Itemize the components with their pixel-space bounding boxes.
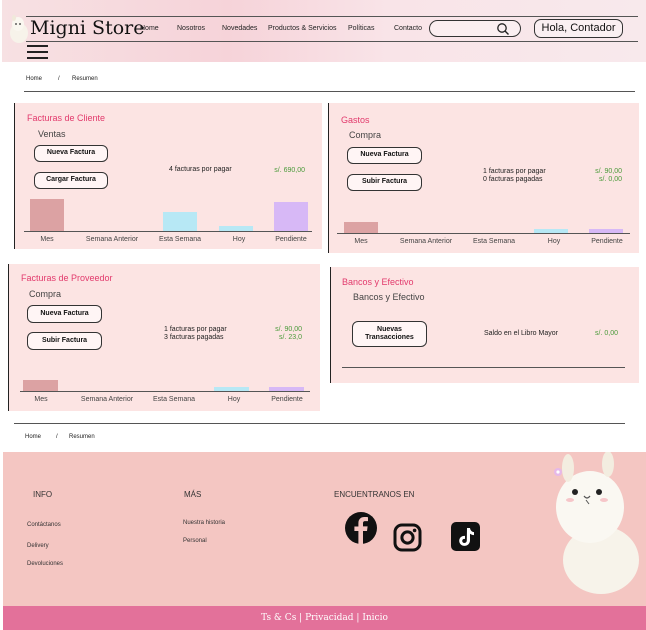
- card-rule: [342, 367, 625, 368]
- breadcrumb-current: Resumen: [72, 76, 98, 82]
- nuevas-transacciones-button[interactable]: Nuevas Transacciones: [352, 321, 427, 347]
- amount-value: s/. 90,00: [595, 168, 622, 175]
- bottom-links-bar[interactable]: Ts & Cs | Privacidad | Inicio: [3, 606, 646, 630]
- bar-label-esta-semana: Esta Semana: [472, 238, 516, 245]
- card-left-border: [14, 103, 15, 249]
- subir-factura-button[interactable]: Subir Factura: [347, 174, 422, 191]
- amount-value: s/. 0,00: [599, 176, 622, 183]
- menu-icon[interactable]: [27, 45, 48, 60]
- bar-mes: [344, 222, 378, 233]
- bar-label-mes: Mes: [354, 238, 368, 245]
- bar-label-mes: Mes: [40, 236, 54, 243]
- footer-link-contactanos[interactable]: Contáctanos: [27, 522, 61, 528]
- card-left-border: [8, 264, 9, 411]
- amount-value: s/. 23,0: [279, 334, 302, 341]
- breadcrumb-current: Resumen: [69, 434, 95, 440]
- card-subtitle: Bancos y Efectivo: [353, 292, 425, 302]
- breadcrumb-rule: [14, 423, 625, 424]
- card-title: Facturas de Cliente: [27, 113, 106, 123]
- nav-nosotros[interactable]: Nosotros: [177, 25, 205, 32]
- chart-axis: [337, 233, 630, 234]
- card-title: Bancos y Efectivo: [342, 277, 414, 287]
- instagram-icon[interactable]: [393, 523, 422, 552]
- amount-value: s/. 90,00: [275, 326, 302, 333]
- bar-mes: [23, 380, 58, 391]
- bar-label-hoy: Hoy: [227, 396, 241, 403]
- footer-link-devoluciones[interactable]: Devoluciones: [27, 561, 63, 567]
- bar-label-pendiente: Pendiente: [591, 238, 623, 245]
- footer-link-delivery[interactable]: Delivery: [27, 543, 49, 549]
- bar-pendiente: [274, 202, 308, 231]
- amount-value: s/. 690,00: [274, 167, 305, 174]
- bar-label-semana-anterior: Semana Anterior: [80, 396, 134, 403]
- bar-label-mes: Mes: [34, 396, 48, 403]
- nav-contacto[interactable]: Contacto: [394, 25, 422, 32]
- breadcrumb-separator: /: [58, 76, 60, 82]
- breadcrumb-home[interactable]: Home: [25, 434, 41, 440]
- bar-label-semana-anterior: Semana Anterior: [85, 236, 139, 243]
- chart-axis: [24, 231, 312, 232]
- cargar-factura-button[interactable]: Cargar Factura: [34, 172, 108, 189]
- facebook-icon[interactable]: [344, 511, 378, 545]
- bar-esta-semana: [163, 212, 197, 231]
- page: { "header": { "brand": "Migni Store", "n…: [0, 0, 646, 630]
- tiktok-icon[interactable]: [451, 522, 480, 551]
- nueva-factura-button[interactable]: Nueva Factura: [347, 147, 422, 164]
- user-greeting-button[interactable]: Hola, Contador: [534, 19, 623, 38]
- breadcrumb-home[interactable]: Home: [26, 76, 42, 82]
- card-title: Facturas de Proveedor: [21, 273, 113, 283]
- breadcrumb-separator: /: [56, 434, 58, 440]
- footer-mas-title: MÁS: [184, 490, 202, 499]
- bar-label-pendiente: Pendiente: [271, 396, 303, 403]
- footer-info-title: INFO: [33, 490, 53, 499]
- subir-factura-button[interactable]: Subir Factura: [27, 332, 102, 350]
- chart-axis: [20, 391, 310, 392]
- nueva-factura-button[interactable]: Nueva Factura: [34, 145, 108, 162]
- llama-mascot-icon: [554, 452, 639, 594]
- nav-home[interactable]: Home: [140, 25, 159, 32]
- bar-label-hoy: Hoy: [547, 238, 561, 245]
- status-text: 1 facturas por pagar: [164, 326, 227, 333]
- bar-label-pendiente: Pendiente: [275, 236, 307, 243]
- search-icon[interactable]: [496, 22, 510, 36]
- status-text: 0 facturas pagadas: [483, 176, 543, 183]
- bar-label-semana-anterior: Semana Anterior: [399, 238, 453, 245]
- nueva-factura-button[interactable]: Nueva Factura: [27, 305, 102, 323]
- nav-productos-servicios[interactable]: Productos & Servicios: [268, 25, 336, 32]
- card-subtitle: Compra: [29, 289, 62, 299]
- status-text: 4 facturas por pagar: [169, 166, 232, 173]
- bar-label-esta-semana: Esta Semana: [158, 236, 202, 243]
- card-subtitle: Ventas: [38, 129, 66, 139]
- footer-link-personal[interactable]: Personal: [183, 538, 207, 544]
- breadcrumb-rule: [24, 91, 635, 92]
- search-input[interactable]: [429, 20, 521, 37]
- nav-politicas[interactable]: Políticas: [348, 25, 374, 32]
- footer-social-title: ENCUENTRANOS EN: [334, 490, 415, 499]
- status-text: 1 facturas por pagar: [483, 168, 546, 175]
- llama-logo-icon[interactable]: [9, 15, 29, 43]
- nav-novedades[interactable]: Novedades: [222, 25, 257, 32]
- card-left-border: [330, 267, 331, 383]
- card-title: Gastos: [341, 115, 370, 125]
- status-text: 3 facturas pagadas: [164, 334, 224, 341]
- site-footer: INFO Contáctanos Delivery Devoluciones M…: [3, 452, 646, 606]
- header-bottom-rule: [26, 41, 638, 42]
- bar-mes: [30, 199, 64, 231]
- brand-name[interactable]: Migni Store: [30, 17, 144, 39]
- status-text: Saldo en el Libro Mayor: [484, 330, 558, 337]
- footer-link-nuestra-historia[interactable]: Nuestra historia: [183, 520, 225, 526]
- amount-value: s/. 0,00: [595, 330, 618, 337]
- bar-label-hoy: Hoy: [232, 236, 246, 243]
- card-left-border: [328, 103, 329, 253]
- card-subtitle: Compra: [349, 130, 382, 140]
- bar-label-esta-semana: Esta Semana: [152, 396, 196, 403]
